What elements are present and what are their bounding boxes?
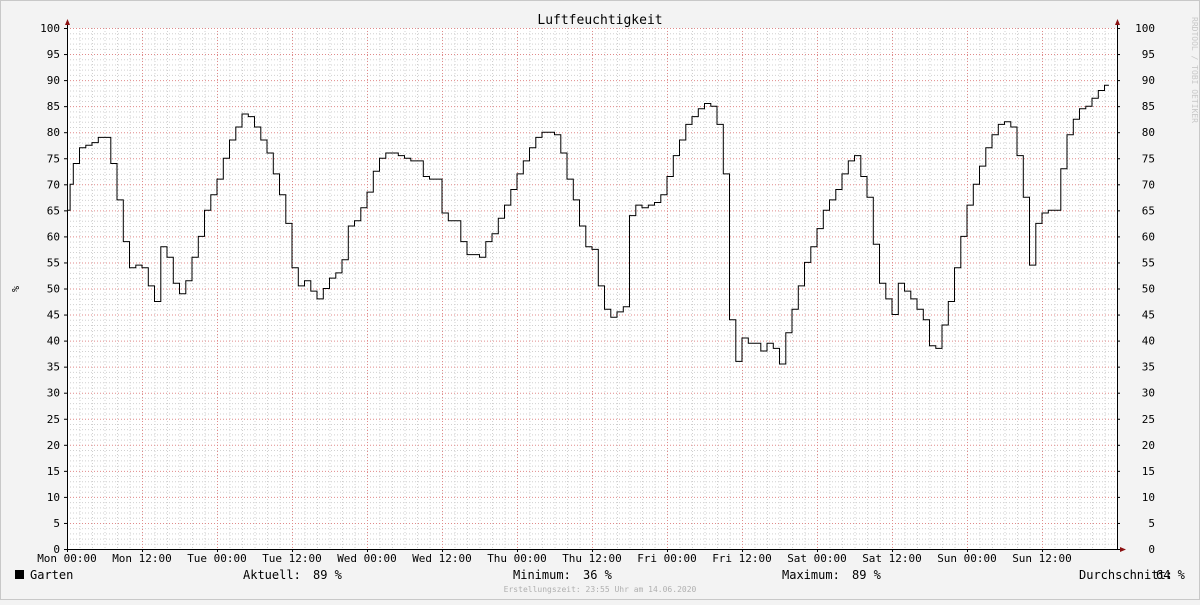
y-tick-label-right: 70	[1142, 178, 1155, 191]
y-tick-label-left: 55	[47, 256, 60, 269]
y-tick-label-left: 40	[47, 335, 60, 348]
y-tick-label-right: 50	[1142, 283, 1155, 296]
legend-min-value: 36 %	[583, 568, 613, 582]
y-tick-label-right: 100	[1135, 22, 1155, 35]
y-tick-label-left: 65	[47, 204, 60, 217]
y-tick-label-left: 10	[47, 491, 60, 504]
y-tick-label-right: 10	[1142, 491, 1155, 504]
y-tick-label-right: 15	[1142, 465, 1155, 478]
y-tick-label-right: 40	[1142, 335, 1155, 348]
y-tick-label-right: 5	[1148, 517, 1155, 530]
legend-max-label: Maximum:	[782, 568, 840, 582]
rrd-graph: Luftfeuchtigkeit RRDTOOL / TOBI OETIKER …	[0, 0, 1200, 600]
x-tick-label: Tue 12:00	[262, 552, 322, 565]
y-tick-label-right: 35	[1142, 361, 1155, 374]
y-tick-label-right: 45	[1142, 309, 1155, 322]
y-tick-label-left: 45	[47, 309, 60, 322]
watermark: RRDTOOL / TOBI OETIKER	[1190, 17, 1199, 123]
y-tick-label-left: 70	[47, 178, 60, 191]
creation-time: Erstellungszeit: 23:55 Uhr am 14.06.2020	[504, 585, 697, 594]
legend-swatch	[15, 570, 24, 579]
x-tick-label: Sun 00:00	[937, 552, 997, 565]
x-tick-label: Thu 12:00	[562, 552, 622, 565]
y-tick-label-left: 95	[47, 48, 60, 61]
y-axis-label-left: %	[9, 286, 20, 292]
chart-svg: Luftfeuchtigkeit RRDTOOL / TOBI OETIKER …	[0, 0, 1200, 600]
x-tick-label: Fri 12:00	[712, 552, 772, 565]
y-tick-label-right: 0	[1148, 543, 1155, 556]
y-tick-label-left: 5	[53, 517, 60, 530]
legend-current-value: 89 %	[313, 568, 343, 582]
y-tick-label-left: 80	[47, 126, 60, 139]
chart-title: Luftfeuchtigkeit	[537, 13, 662, 28]
y-tick-label-right: 90	[1142, 74, 1155, 87]
x-tick-label: Sat 12:00	[862, 552, 922, 565]
x-tick-label: Sat 00:00	[787, 552, 847, 565]
y-tick-label-left: 30	[47, 387, 60, 400]
y-tick-label-left: 75	[47, 152, 60, 165]
x-tick-label: Wed 12:00	[412, 552, 472, 565]
y-tick-label-left: 25	[47, 413, 60, 426]
y-tick-label-left: 15	[47, 465, 60, 478]
y-tick-label-right: 85	[1142, 100, 1155, 113]
legend-max-value: 89 %	[852, 568, 882, 582]
legend-current-label: Aktuell:	[243, 568, 301, 582]
y-tick-label-right: 55	[1142, 256, 1155, 269]
y-tick-label-left: 100	[40, 22, 60, 35]
y-tick-label-right: 75	[1142, 152, 1155, 165]
legend-series-name: Garten	[30, 568, 73, 582]
x-tick-label: Thu 00:00	[487, 552, 547, 565]
y-tick-label-left: 35	[47, 361, 60, 374]
x-tick-label: Wed 00:00	[337, 552, 397, 565]
y-tick-label-left: 60	[47, 230, 60, 243]
y-tick-label-left: 85	[47, 100, 60, 113]
y-tick-label-right: 65	[1142, 204, 1155, 217]
y-tick-label-left: 90	[47, 74, 60, 87]
y-tick-label-right: 60	[1142, 230, 1155, 243]
x-tick-label: Tue 00:00	[187, 552, 247, 565]
legend-min-label: Minimum:	[513, 568, 571, 582]
y-tick-label-right: 95	[1142, 48, 1155, 61]
y-tick-label-right: 20	[1142, 439, 1155, 452]
y-tick-label-right: 80	[1142, 126, 1155, 139]
x-tick-label: Sun 12:00	[1012, 552, 1072, 565]
legend-avg-value: 64 %	[1156, 568, 1186, 582]
x-tick-label: Mon 12:00	[112, 552, 172, 565]
y-tick-label-right: 30	[1142, 387, 1155, 400]
y-tick-label-left: 50	[47, 283, 60, 296]
y-tick-label-right: 25	[1142, 413, 1155, 426]
y-tick-label-left: 20	[47, 439, 60, 452]
x-tick-label: Fri 00:00	[637, 552, 697, 565]
x-tick-label: Mon 00:00	[37, 552, 97, 565]
